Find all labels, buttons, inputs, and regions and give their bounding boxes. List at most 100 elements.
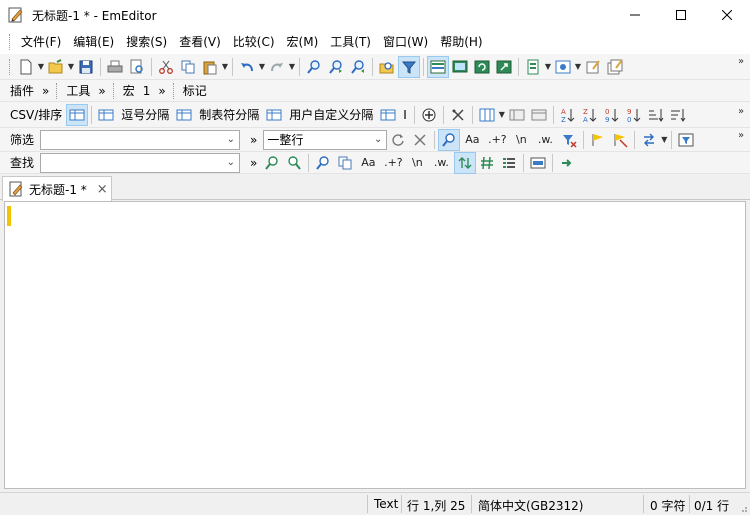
- menu-file[interactable]: 文件(F): [15, 30, 67, 54]
- find-go-button[interactable]: [556, 152, 578, 174]
- filter-unbookmark-button[interactable]: [609, 129, 631, 151]
- menu-tools[interactable]: 工具(T): [324, 30, 377, 54]
- toolbar-grip[interactable]: [56, 82, 59, 99]
- status-encoding[interactable]: 简体中文(GB2312): [478, 497, 583, 514]
- close-tab-icon[interactable]: ×: [97, 182, 108, 197]
- toolbar-grip[interactable]: [9, 58, 12, 75]
- cut-button[interactable]: [155, 56, 177, 78]
- add-column-button[interactable]: [418, 104, 440, 126]
- find-button[interactable]: [303, 56, 325, 78]
- redo-button[interactable]: [266, 56, 288, 78]
- sort-z-a-button[interactable]: ZA: [579, 104, 601, 126]
- sort-long-short-button[interactable]: [667, 104, 689, 126]
- emeditor-app-icon[interactable]: [8, 7, 24, 23]
- refresh-button[interactable]: [471, 56, 493, 78]
- resize-grip-icon[interactable]: [738, 503, 748, 513]
- chevron-down-icon[interactable]: ⌄: [227, 157, 235, 168]
- menu-macros[interactable]: 宏(M): [281, 30, 325, 54]
- macros-chevron[interactable]: »: [154, 80, 169, 102]
- filter-clear-filter-button[interactable]: [558, 129, 580, 151]
- freeze-column-button[interactable]: [506, 104, 528, 126]
- menu-help[interactable]: 帮助(H): [434, 30, 488, 54]
- filter-extract-dropdown[interactable]: ▼: [660, 129, 668, 151]
- filter-mode-select[interactable]: 一整行 ⌄: [263, 129, 388, 150]
- filter-bookmark-button[interactable]: [587, 129, 609, 151]
- config-dropdown[interactable]: ▼: [544, 56, 552, 78]
- sort-9-0-button[interactable]: 90: [623, 104, 645, 126]
- csv-normal-button[interactable]: [66, 103, 89, 126]
- find-wrap-button[interactable]: [454, 151, 477, 174]
- filter-escape-button[interactable]: \n: [510, 129, 532, 151]
- open-dropdown[interactable]: ▼: [67, 56, 75, 78]
- toolbar-grip[interactable]: [112, 82, 116, 99]
- find-in-files-button[interactable]: [376, 56, 398, 78]
- chevron-down-icon[interactable]: ⌄: [227, 134, 235, 145]
- csv-more-button[interactable]: [377, 104, 399, 126]
- new-button[interactable]: [15, 56, 37, 78]
- customize-dropdown[interactable]: ▼: [574, 56, 582, 78]
- properties-button[interactable]: [582, 56, 604, 78]
- csv-comma-label[interactable]: 逗号分隔: [117, 104, 173, 126]
- find-list-button[interactable]: [498, 152, 520, 174]
- csv-comma-button[interactable]: [95, 104, 117, 126]
- filter-refresh-button[interactable]: [387, 129, 409, 151]
- status-position[interactable]: 行 1,列 25: [407, 497, 465, 514]
- plugins-chevron[interactable]: »: [38, 80, 53, 102]
- save-button[interactable]: [75, 56, 97, 78]
- menu-window[interactable]: 窗口(W): [377, 30, 434, 54]
- toolbar-grip[interactable]: [172, 82, 176, 99]
- csv-user-label[interactable]: 用户自定义分隔: [285, 104, 377, 126]
- columns-dropdown[interactable]: ▼: [498, 104, 506, 126]
- undo-button[interactable]: [236, 56, 258, 78]
- document-tab[interactable]: 无标题-1 * ×: [2, 176, 112, 201]
- text-editor[interactable]: [4, 201, 746, 489]
- filter-toolbar-overflow-chevron[interactable]: »: [738, 130, 744, 141]
- find-prev-button[interactable]: [347, 56, 369, 78]
- find-output-button[interactable]: [527, 152, 549, 174]
- chevron-down-icon[interactable]: ⌄: [374, 134, 382, 145]
- paste-dropdown[interactable]: ▼: [221, 56, 229, 78]
- sort-0-9-button[interactable]: 09: [601, 104, 623, 126]
- outline-button[interactable]: [427, 55, 449, 78]
- tools-chevron[interactable]: »: [94, 80, 109, 102]
- maximize-button[interactable]: [658, 0, 704, 30]
- plugins-label[interactable]: 插件: [6, 80, 38, 102]
- menu-search[interactable]: 搜索(S): [120, 30, 173, 54]
- status-mode[interactable]: Text: [374, 497, 398, 511]
- find-input[interactable]: ⌄: [40, 152, 241, 173]
- find-chevron[interactable]: »: [246, 152, 261, 174]
- export-button[interactable]: [493, 56, 515, 78]
- csv-user-button[interactable]: [263, 104, 285, 126]
- filter-search-button[interactable]: [438, 128, 461, 151]
- columns-button[interactable]: [476, 104, 498, 126]
- toolbar-overflow-chevron[interactable]: »: [738, 56, 744, 67]
- all-properties-button[interactable]: [604, 56, 626, 78]
- config-button[interactable]: [522, 56, 544, 78]
- csv-tab-button[interactable]: [173, 104, 195, 126]
- print-button[interactable]: [104, 56, 126, 78]
- new-dropdown[interactable]: ▼: [37, 56, 45, 78]
- csv-tab-label[interactable]: 制表符分隔: [195, 104, 263, 126]
- find-highlight-button[interactable]: [476, 152, 498, 174]
- find-whole-word-button[interactable]: .w.: [428, 152, 454, 174]
- filter-match-case-button[interactable]: Aa: [460, 129, 484, 151]
- menu-compare[interactable]: 比较(C): [227, 30, 281, 54]
- find-escape-button[interactable]: \n: [406, 152, 428, 174]
- filter-regex-button[interactable]: .+?: [484, 129, 510, 151]
- filter-whole-word-button[interactable]: .w.: [532, 129, 558, 151]
- find-previous-button[interactable]: [261, 152, 283, 174]
- sort-short-long-button[interactable]: [645, 104, 667, 126]
- redo-dropdown[interactable]: ▼: [288, 56, 296, 78]
- minimize-button[interactable]: [612, 0, 658, 30]
- open-button[interactable]: [45, 56, 67, 78]
- macros-extra[interactable]: 1: [139, 80, 155, 102]
- macros-label[interactable]: 宏: [119, 80, 139, 102]
- filter-advanced-button[interactable]: [675, 129, 697, 151]
- split-column-button[interactable]: [447, 104, 469, 126]
- markers-label[interactable]: 标记: [179, 80, 211, 102]
- find-next-button-2[interactable]: [283, 152, 305, 174]
- find-regex-button[interactable]: .+?: [380, 152, 406, 174]
- tools-label[interactable]: 工具: [62, 80, 94, 102]
- find-match-case-button[interactable]: Aa: [356, 152, 380, 174]
- filter-chevron[interactable]: »: [246, 129, 261, 151]
